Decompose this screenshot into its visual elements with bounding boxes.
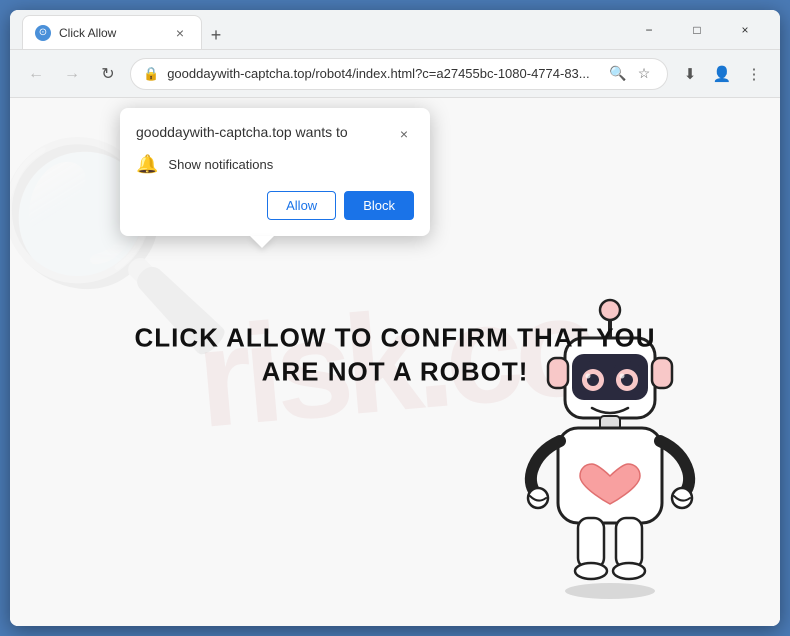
permission-popup: gooddaywith-captcha.top wants to × 🔔 Sho… bbox=[120, 108, 430, 236]
title-bar: ⊙ Click Allow × + − □ × bbox=[10, 10, 780, 50]
forward-button[interactable]: → bbox=[58, 60, 86, 88]
new-tab-button[interactable]: + bbox=[202, 21, 230, 49]
content-area: risk.co 🔍 CLICK ALLOW TO CONFIRM THAT YO… bbox=[10, 98, 780, 626]
popup-close-button[interactable]: × bbox=[394, 124, 414, 144]
back-button[interactable]: ← bbox=[22, 60, 50, 88]
url-text: gooddaywith-captcha.top/robot4/index.htm… bbox=[167, 66, 599, 81]
maximize-button[interactable]: □ bbox=[674, 15, 720, 45]
allow-button[interactable]: Allow bbox=[267, 191, 336, 220]
menu-icon[interactable]: ⋮ bbox=[740, 60, 768, 88]
reload-button[interactable]: ↻ bbox=[94, 60, 122, 88]
page-background: risk.co 🔍 CLICK ALLOW TO CONFIRM THAT YO… bbox=[10, 98, 780, 626]
profile-icon[interactable]: 👤 bbox=[708, 60, 736, 88]
browser-window: ⊙ Click Allow × + − □ × ← → ↻ 🔒 gooddayw… bbox=[10, 10, 780, 626]
popup-buttons: Allow Block bbox=[136, 191, 414, 220]
main-text-line1: CLICK ALLOW TO CONFIRM THAT YOU bbox=[134, 321, 655, 355]
main-page-text: CLICK ALLOW TO CONFIRM THAT YOU ARE NOT … bbox=[134, 321, 655, 389]
popup-title: gooddaywith-captcha.top wants to bbox=[136, 124, 394, 140]
tab-close-button[interactable]: × bbox=[171, 24, 189, 42]
address-bar: ← → ↻ 🔒 gooddaywith-captcha.top/robot4/i… bbox=[10, 50, 780, 98]
popup-header: gooddaywith-captcha.top wants to × bbox=[136, 124, 414, 144]
popup-arrow bbox=[250, 236, 274, 248]
popup-notification-row: 🔔 Show notifications bbox=[136, 154, 414, 175]
bell-icon: 🔔 bbox=[136, 154, 158, 175]
url-action-icons: 🔍 ☆ bbox=[607, 63, 655, 85]
close-button[interactable]: × bbox=[722, 15, 768, 45]
download-icon[interactable]: ⬇ bbox=[676, 60, 704, 88]
search-icon[interactable]: 🔍 bbox=[607, 63, 629, 85]
active-tab[interactable]: ⊙ Click Allow × bbox=[22, 15, 202, 49]
window-controls: − □ × bbox=[626, 15, 768, 45]
tab-strip: ⊙ Click Allow × + bbox=[22, 10, 618, 49]
lock-icon: 🔒 bbox=[143, 66, 159, 82]
tab-title: Click Allow bbox=[59, 26, 163, 40]
bookmark-icon[interactable]: ☆ bbox=[633, 63, 655, 85]
tab-favicon: ⊙ bbox=[35, 25, 51, 41]
main-text-line2: ARE NOT A ROBOT! bbox=[134, 355, 655, 389]
notification-text: Show notifications bbox=[168, 157, 273, 172]
toolbar-icons: ⬇ 👤 ⋮ bbox=[676, 60, 768, 88]
block-button[interactable]: Block bbox=[344, 191, 414, 220]
minimize-button[interactable]: − bbox=[626, 15, 672, 45]
url-bar[interactable]: 🔒 gooddaywith-captcha.top/robot4/index.h… bbox=[130, 58, 668, 90]
